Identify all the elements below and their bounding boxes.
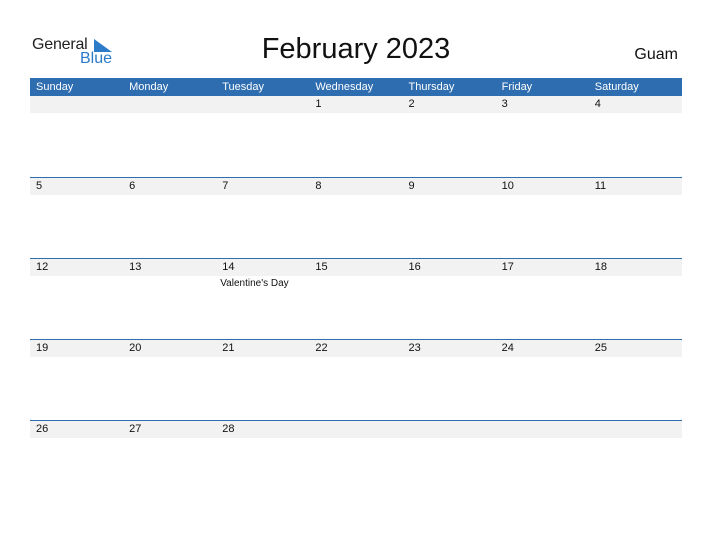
day-number: 26 (36, 423, 49, 435)
day-event (123, 357, 216, 359)
day-event (403, 195, 496, 197)
weekday-wednesday: Wednesday (315, 81, 374, 93)
day-event (589, 195, 682, 197)
weekday-tuesday: Tuesday (222, 81, 265, 93)
day-number (496, 421, 589, 438)
day-number: 28 (222, 423, 235, 435)
day-event (123, 195, 216, 197)
day-number: 11 (594, 180, 607, 192)
calendar-title: February 2023 (261, 33, 451, 65)
day-event: Valentine's Day (220, 278, 289, 289)
day-event (30, 113, 123, 115)
day-event (30, 357, 123, 359)
day-number: 19 (36, 342, 49, 354)
weekday-sunday: Sunday (36, 81, 74, 93)
day-number: 6 (129, 180, 136, 192)
day-event (496, 438, 589, 440)
day-event (403, 113, 496, 115)
day-event (496, 195, 589, 197)
day-event (30, 276, 123, 289)
week-row: 26 27 28 (30, 420, 682, 501)
day-number (216, 96, 309, 113)
day-number (123, 96, 216, 113)
day-number: 4 (594, 98, 601, 110)
day-number: 25 (594, 342, 607, 354)
day-event (123, 276, 216, 289)
day-number: 23 (408, 342, 421, 354)
day-number: 1 (315, 98, 322, 110)
day-event (496, 276, 589, 289)
week-row: 5 6 7 8 9 10 11 (30, 177, 682, 258)
events-strip (30, 113, 682, 115)
events-strip: Valentine's Day (30, 276, 682, 289)
day-number-strip: 26 27 28 (30, 421, 682, 438)
day-number (589, 421, 682, 438)
day-event (496, 357, 589, 359)
day-number: 2 (408, 98, 415, 110)
day-number: 12 (36, 261, 49, 273)
day-number: 18 (594, 261, 607, 273)
calendar-grid: Sunday Monday Tuesday Wednesday Thursday… (30, 78, 682, 501)
day-number (403, 421, 496, 438)
day-number: 3 (501, 98, 508, 110)
day-event (216, 195, 309, 197)
day-event (309, 276, 402, 289)
day-number: 14 (222, 261, 235, 273)
day-number: 5 (36, 180, 43, 192)
day-number (309, 421, 402, 438)
day-number: 27 (129, 423, 142, 435)
day-event (309, 357, 402, 359)
day-event (589, 357, 682, 359)
day-event (30, 195, 123, 197)
week-row: 19 20 21 22 23 24 25 (30, 339, 682, 420)
day-number: 24 (501, 342, 514, 354)
week-row: 12 13 14 15 16 17 18 Valentine's Day (30, 258, 682, 339)
day-event (403, 438, 496, 440)
day-number: 7 (222, 180, 229, 192)
day-event (589, 276, 682, 289)
day-number: 9 (408, 180, 415, 192)
day-number: 21 (222, 342, 235, 354)
day-event (123, 438, 216, 440)
weekday-header: Sunday Monday Tuesday Wednesday Thursday… (30, 78, 682, 96)
country-label: Guam (634, 46, 678, 63)
weekday-thursday: Thursday (408, 81, 455, 93)
day-number (30, 96, 123, 113)
day-number-strip: 12 13 14 15 16 17 18 (30, 259, 682, 276)
day-event (589, 113, 682, 115)
day-number-strip: 5 6 7 8 9 10 11 (30, 178, 682, 195)
events-strip (30, 438, 682, 440)
weekday-monday: Monday (129, 81, 169, 93)
day-number: 10 (501, 180, 514, 192)
day-event (216, 438, 309, 440)
day-number: 17 (501, 261, 514, 273)
day-number: 8 (315, 180, 322, 192)
events-strip (30, 357, 682, 359)
week-row: 1 2 3 4 (30, 96, 682, 177)
day-event (216, 357, 309, 359)
day-event (309, 195, 402, 197)
day-number: 22 (315, 342, 328, 354)
day-event (589, 438, 682, 440)
day-event (216, 113, 309, 115)
day-number-strip: 1 2 3 4 (30, 96, 682, 113)
day-number: 15 (315, 261, 328, 273)
day-number-strip: 19 20 21 22 23 24 25 (30, 340, 682, 357)
day-event (309, 438, 402, 440)
day-event (403, 276, 496, 289)
day-event (309, 113, 402, 115)
day-number: 13 (129, 261, 142, 273)
day-event (30, 438, 123, 440)
weekday-friday: Friday (501, 81, 533, 93)
day-number: 16 (408, 261, 421, 273)
day-event (496, 113, 589, 115)
day-number: 20 (129, 342, 142, 354)
day-event (403, 357, 496, 359)
weekday-saturday: Saturday (594, 81, 639, 93)
day-event (123, 113, 216, 115)
events-strip (30, 195, 682, 197)
